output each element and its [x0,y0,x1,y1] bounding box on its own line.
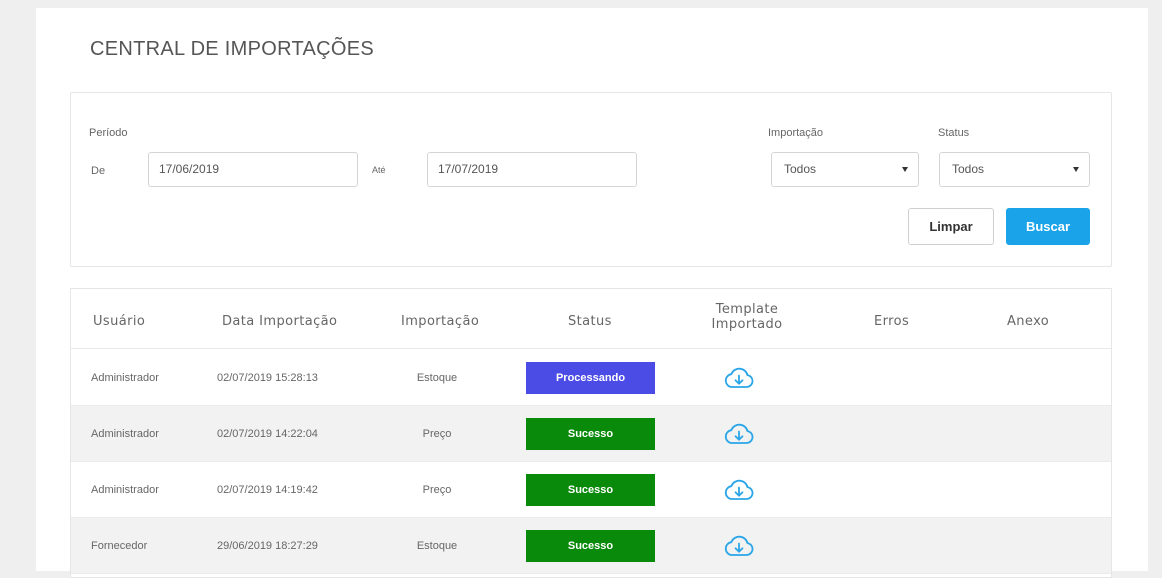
cloud-download-icon[interactable] [722,478,756,502]
cloud-download-icon[interactable] [722,366,756,390]
cell-date: 02/07/2019 15:28:13 [217,372,318,384]
table-row: Administrador 02/07/2019 14:22:04 Preço Suc… [71,406,1111,462]
column-header-import[interactable]: Importação [401,314,479,329]
import-type-select[interactable]: Todos [771,152,919,187]
cell-user: Fornecedor [91,540,148,552]
import-type-label: Importação [768,127,824,139]
status-badge: Sucesso [526,530,655,562]
cell-date: 02/07/2019 14:22:04 [217,428,318,440]
status-select[interactable]: Todos [939,152,1090,187]
filter-panel: Período De 17/06/2019 Até 17/07/2019 Imp… [70,92,1112,267]
cloud-download-icon[interactable] [722,422,756,446]
search-button[interactable]: Buscar [1006,208,1090,245]
status-badge: Processando [526,362,655,394]
clear-button[interactable]: Limpar [908,208,994,245]
imports-table: Usuário Data Importação Importação Statu… [70,288,1112,578]
from-label: De [91,165,106,177]
table-header: Usuário Data Importação Importação Statu… [71,289,1111,349]
import-type-value: Todos [784,162,817,176]
column-header-template-line2: Importado [711,317,783,332]
cloud-download-icon[interactable] [722,534,756,558]
table-row: Fornecedor 29/06/2019 18:27:29 Estoque Suce… [71,518,1111,574]
cell-import: Preço [422,484,452,496]
page: CENTRAL DE IMPORTAÇÕES Período De 17/06/… [36,8,1148,578]
period-label: Período [89,127,128,139]
column-header-attachment[interactable]: Anexo [1007,314,1049,329]
status-filter-value: Todos [952,162,985,176]
cell-date: 29/06/2019 18:27:29 [217,540,318,552]
cell-user: Administrador [91,484,159,496]
cell-user: Administrador [91,372,159,384]
status-filter-label: Status [938,127,970,139]
date-to-input[interactable]: 17/07/2019 [427,152,637,187]
cell-import: Preço [422,428,452,440]
column-header-user[interactable]: Usuário [93,314,145,329]
date-from-input[interactable]: 17/06/2019 [148,152,358,187]
status-badge: Sucesso [526,474,655,506]
page-title: CENTRAL DE IMPORTAÇÕES [90,38,375,60]
cell-import: Estoque [416,372,458,384]
table-row: Administrador 02/07/2019 14:19:42 Preço Suc… [71,462,1111,518]
chevron-down-icon [1073,167,1079,172]
table-row: Administrador 02/07/2019 15:28:13 Estoque P… [71,350,1111,406]
column-header-status[interactable]: Status [568,314,612,329]
chevron-down-icon [902,167,908,172]
status-badge: Sucesso [526,418,655,450]
column-header-template-line1: Template [715,302,779,317]
cell-user: Administrador [91,428,159,440]
to-label: Até [372,165,386,175]
cell-import: Estoque [416,540,458,552]
column-header-template[interactable]: Template Importado [707,302,787,332]
column-header-date[interactable]: Data Importação [222,314,337,329]
cell-date: 02/07/2019 14:19:42 [217,484,318,496]
column-header-errors[interactable]: Erros [874,314,909,329]
